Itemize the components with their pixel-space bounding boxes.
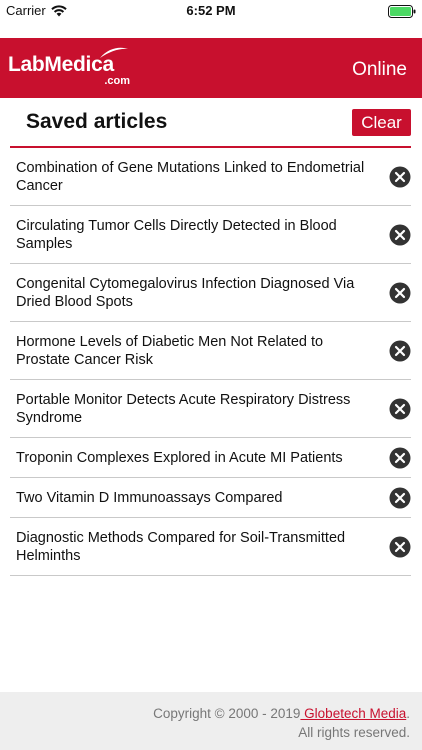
remove-article-button[interactable] xyxy=(389,166,411,188)
saved-articles-list: Combination of Gene Mutations Linked to … xyxy=(10,148,411,576)
remove-article-button[interactable] xyxy=(389,398,411,420)
list-item[interactable]: Portable Monitor Detects Acute Respirato… xyxy=(10,380,411,438)
logo-text: LabMedica xyxy=(8,53,114,76)
remove-article-button[interactable] xyxy=(389,282,411,304)
article-title[interactable]: Circulating Tumor Cells Directly Detecte… xyxy=(16,217,367,253)
article-title[interactable]: Two Vitamin D Immunoassays Compared xyxy=(16,489,367,507)
list-item[interactable]: Congenital Cytomegalovirus Infection Dia… xyxy=(10,264,411,322)
online-status: Online xyxy=(352,59,407,80)
clock-time: 6:52 PM xyxy=(186,3,236,18)
close-circle-icon xyxy=(389,398,411,420)
rights-text: All rights reserved. xyxy=(298,725,410,740)
list-item[interactable]: Hormone Levels of Diabetic Men Not Relat… xyxy=(10,322,411,380)
article-title[interactable]: Portable Monitor Detects Acute Respirato… xyxy=(16,391,367,427)
globetech-media-link[interactable]: Globetech Media xyxy=(300,706,406,721)
close-circle-icon xyxy=(389,447,411,469)
article-title[interactable]: Hormone Levels of Diabetic Men Not Relat… xyxy=(16,333,367,369)
remove-article-button[interactable] xyxy=(389,487,411,509)
article-title[interactable]: Troponin Complexes Explored in Acute MI … xyxy=(16,449,367,467)
copyright-period: . xyxy=(406,706,410,721)
close-circle-icon xyxy=(389,487,411,509)
article-title[interactable]: Congenital Cytomegalovirus Infection Dia… xyxy=(16,275,367,311)
labmedica-logo[interactable]: LabMedica .com xyxy=(8,47,130,87)
page-title: Saved articles xyxy=(26,110,168,133)
remove-article-button[interactable] xyxy=(389,224,411,246)
copyright-notice: Copyright © 2000 - 2019 Globetech Media.… xyxy=(153,704,410,742)
copyright-text: Copyright © 2000 - 2019 xyxy=(153,706,301,721)
close-circle-icon xyxy=(389,340,411,362)
footer: Copyright © 2000 - 2019 Globetech Media.… xyxy=(0,692,422,750)
remove-article-button[interactable] xyxy=(389,536,411,558)
list-item[interactable]: Circulating Tumor Cells Directly Detecte… xyxy=(10,206,411,264)
status-bar: Carrier 6:52 PM xyxy=(0,0,422,22)
list-item[interactable]: Diagnostic Methods Compared for Soil-Tra… xyxy=(10,518,411,576)
battery-icon xyxy=(388,5,416,23)
article-title[interactable]: Combination of Gene Mutations Linked to … xyxy=(16,159,367,195)
list-item[interactable]: Combination of Gene Mutations Linked to … xyxy=(10,148,411,206)
close-circle-icon xyxy=(389,282,411,304)
app-header: LabMedica .com Online xyxy=(0,38,422,98)
article-title[interactable]: Diagnostic Methods Compared for Soil-Tra… xyxy=(16,529,367,565)
list-item[interactable]: Troponin Complexes Explored in Acute MI … xyxy=(10,438,411,478)
close-circle-icon xyxy=(389,536,411,558)
close-circle-icon xyxy=(389,224,411,246)
close-circle-icon xyxy=(389,166,411,188)
logo-domain: .com xyxy=(104,75,130,87)
remove-article-button[interactable] xyxy=(389,447,411,469)
list-item[interactable]: Two Vitamin D Immunoassays Compared xyxy=(10,478,411,518)
remove-article-button[interactable] xyxy=(389,340,411,362)
clear-button[interactable]: Clear xyxy=(352,109,411,136)
